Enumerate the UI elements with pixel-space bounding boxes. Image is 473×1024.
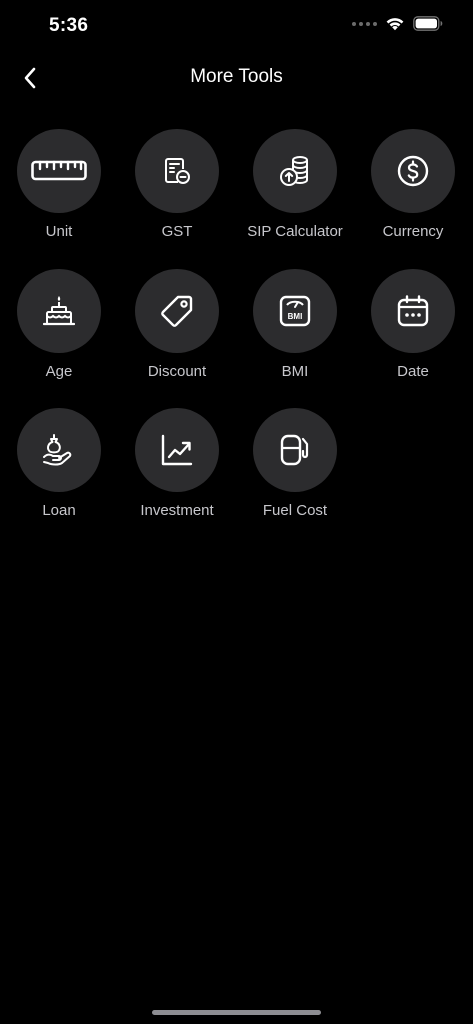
battery-icon xyxy=(413,16,443,31)
tool-currency[interactable]: Currency xyxy=(354,129,472,249)
status-icons xyxy=(352,16,443,31)
home-indicator[interactable] xyxy=(152,1010,321,1015)
tool-label: Investment xyxy=(140,502,214,519)
tool-date[interactable]: Date xyxy=(354,269,472,389)
tool-investment[interactable]: Investment xyxy=(118,408,236,528)
price-tag-icon xyxy=(161,295,193,327)
money-bag-hand-icon xyxy=(43,434,72,466)
tool-label: Unit xyxy=(45,223,73,240)
tool-label: Age xyxy=(45,363,73,380)
tool-sip-calculator[interactable]: SIP Calculator xyxy=(236,129,354,249)
receipt-icon xyxy=(165,158,190,184)
tool-label: Fuel Cost xyxy=(262,502,328,519)
tool-label: BMI xyxy=(281,363,309,380)
tool-label: Date xyxy=(397,363,429,380)
status-bar: 5:36 xyxy=(0,0,473,54)
tool-unit[interactable]: Unit xyxy=(0,129,118,249)
fuel-pump-icon xyxy=(280,434,309,466)
tool-circle xyxy=(253,408,337,492)
tool-circle xyxy=(17,408,101,492)
page-title: More Tools xyxy=(190,66,283,87)
tool-label: Currency xyxy=(382,223,444,240)
wifi-icon xyxy=(385,16,405,31)
tool-gst[interactable]: GST xyxy=(118,129,236,249)
tool-discount[interactable]: Discount xyxy=(118,269,236,389)
tool-circle xyxy=(371,269,455,353)
bmi-scale-icon: BMI xyxy=(279,295,311,327)
tool-age[interactable]: Age xyxy=(0,269,118,389)
tool-label: SIP Calculator xyxy=(247,223,343,240)
tool-bmi[interactable]: BMI BMI xyxy=(236,269,354,389)
tool-circle xyxy=(17,269,101,353)
tool-circle xyxy=(135,129,219,213)
tool-fuel-cost[interactable]: Fuel Cost xyxy=(236,408,354,528)
status-time: 5:36 xyxy=(49,15,89,36)
calendar-icon xyxy=(397,295,429,327)
tool-circle xyxy=(253,129,337,213)
bmi-icon-text: BMI xyxy=(288,312,303,321)
coins-growth-icon xyxy=(280,156,308,186)
navigation-bar: More Tools xyxy=(0,56,473,100)
tool-label: GST xyxy=(161,223,193,240)
tool-loan[interactable]: Loan xyxy=(0,408,118,528)
dollar-circle-icon xyxy=(397,155,429,187)
tool-circle xyxy=(371,129,455,213)
tool-circle: BMI xyxy=(253,269,337,353)
tool-circle xyxy=(17,129,101,213)
tool-circle xyxy=(135,408,219,492)
tool-label: Loan xyxy=(42,502,76,519)
tool-circle xyxy=(135,269,219,353)
tool-label: Discount xyxy=(147,363,207,380)
cellular-signal-icon xyxy=(352,21,377,26)
trend-chart-icon xyxy=(161,434,193,466)
birthday-cake-icon xyxy=(43,296,75,326)
ruler-icon xyxy=(31,160,87,181)
